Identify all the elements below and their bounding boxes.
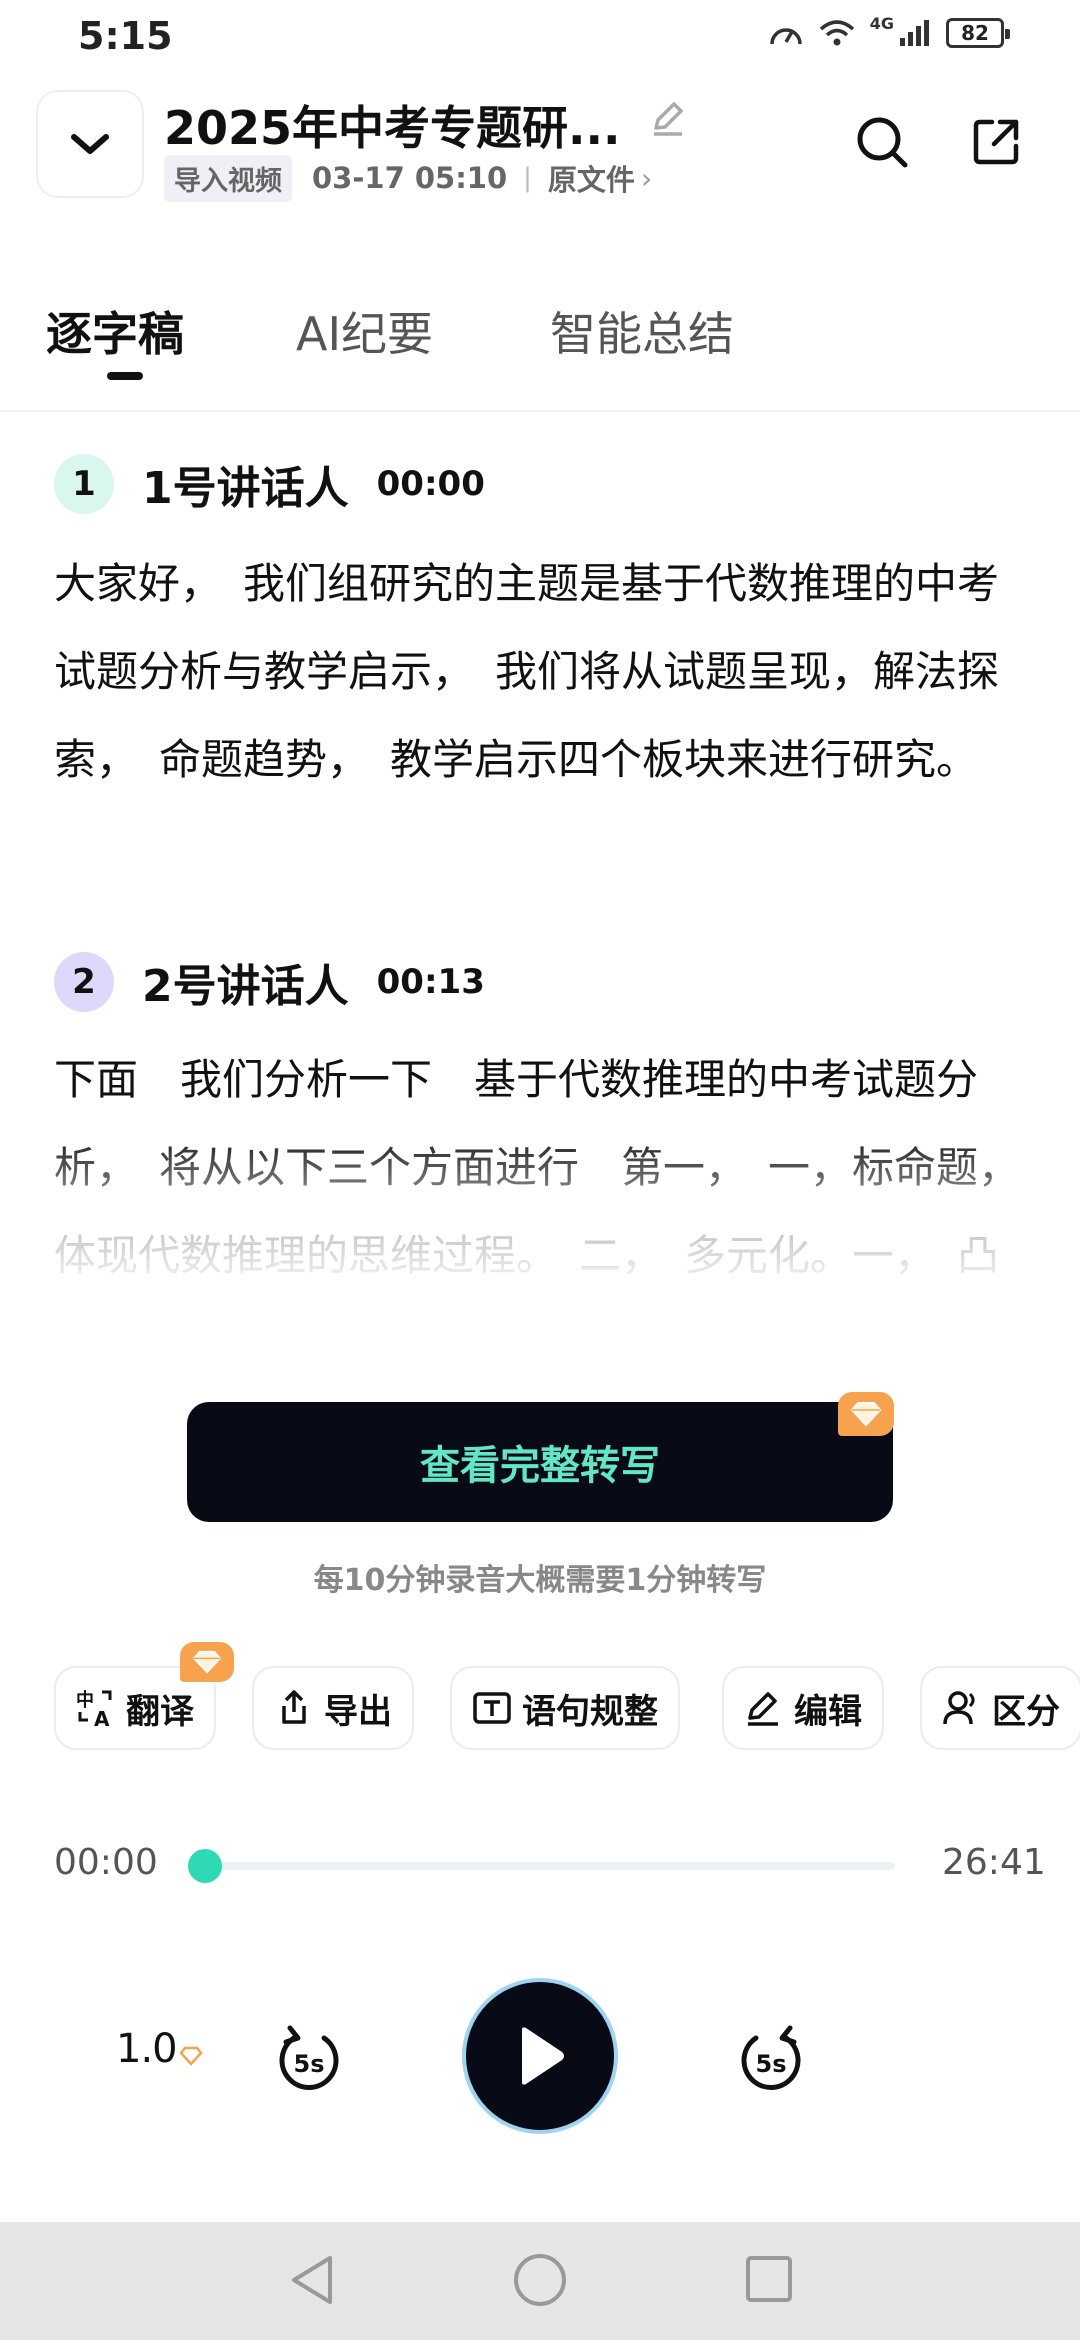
transcription-hint: 每10分钟录音大概需要1分钟转写 [313,1563,767,1598]
page-title: 2025年中考专题研... [164,101,621,155]
signal-icon [900,20,929,46]
translate-label: 翻译 [126,1691,194,1732]
diamond-icon [178,2046,203,2066]
translate-icon: 中A [76,1689,112,1728]
export-button[interactable]: 导出 [252,1666,414,1750]
edit-icon [748,1692,778,1726]
text-format-icon [473,1692,511,1724]
speaker-distinguish-label: 区分 [992,1691,1060,1732]
speaker-header: 1 1号讲话人 00:00 [54,452,485,516]
rewind-label: 5s [294,2050,325,2078]
battery-indicator: 82 [946,18,1010,48]
share-icon[interactable] [970,116,1022,168]
view-full-transcript-label: 查看完整转写 [420,1443,660,1489]
active-tab-indicator [107,372,143,380]
nav-back-icon[interactable] [286,2252,340,2308]
source-tag: 导入视频 [164,154,292,202]
speaker-timestamp[interactable]: 00:00 [377,464,485,504]
chevron-right-icon: › [640,161,653,195]
meta-row: 导入视频 03-17 05:10 | 原文件 › [164,154,653,202]
play-button[interactable] [462,1978,618,2134]
edit-label: 编辑 [794,1691,862,1732]
progress-track[interactable] [205,1862,895,1870]
wifi-icon [819,20,854,46]
speaker-avatar: 1 [54,454,114,514]
diamond-icon [192,1650,222,1674]
translate-premium-badge [180,1642,234,1682]
forward-5s-icon[interactable]: 5s [736,2020,806,2096]
speaker-avatar: 2 [54,952,114,1012]
status-time: 5:15 [78,14,173,58]
status-icons: 4G 82 [768,14,1010,48]
export-icon [282,1690,306,1724]
export-label: 导出 [324,1691,392,1732]
tab-transcript[interactable]: 逐字稿 [46,298,184,364]
sentence-format-label: 语句规整 [522,1691,658,1732]
speaker-distinguish-button[interactable]: 区分 [920,1666,1080,1750]
status-bar: 5:15 4G 82 [0,0,1080,76]
forward-label: 5s [756,2050,787,2078]
current-time: 00:00 [54,1842,158,1883]
progress-knob[interactable] [188,1849,222,1883]
tab-smart-summary[interactable]: 智能总结 [550,298,734,364]
search-icon[interactable] [854,114,910,170]
transcript-paragraph[interactable]: 大家好， 我们组研究的主题是基于代数推理的中考试题分析与教学启示， 我们将从试题… [54,540,1034,804]
premium-badge [838,1392,894,1436]
sentence-format-button[interactable]: 语句规整 [450,1666,680,1750]
diamond-icon [850,1402,882,1427]
tab-bar: 逐字稿 AI纪要 智能总结 [0,290,1080,412]
nav-recent-apps-icon[interactable] [744,2254,794,2304]
view-full-transcript-button[interactable]: 查看完整转写 [187,1402,893,1522]
meta-separator: | [523,163,532,193]
network-type: 4G [869,13,894,33]
speed-meter-icon [769,28,802,45]
svg-text:中: 中 [76,1689,94,1711]
speaker-timestamp[interactable]: 00:13 [377,962,485,1002]
speaker-name[interactable]: 2号讲话人 [142,950,349,1014]
playback-speed-label: 1.0 [116,2026,178,2072]
collapse-button[interactable] [36,90,144,198]
edit-button[interactable]: 编辑 [722,1666,884,1750]
original-file-link[interactable]: 原文件 [548,157,635,199]
rewind-5s-icon[interactable]: 5s [274,2020,344,2096]
play-icon [522,2027,564,2085]
tab-ai-minutes[interactable]: AI纪要 [296,298,433,364]
system-nav-bar [0,2222,1080,2340]
speaker-distinguish-icon [943,1691,975,1725]
nav-home-icon[interactable] [512,2252,568,2308]
total-duration: 26:41 [942,1842,1046,1883]
speaker-header: 2 2号讲话人 00:13 [54,950,485,1014]
transcript-fade-overlay [0,1130,1080,1370]
pencil-icon[interactable] [648,98,688,138]
svg-text:A: A [94,1707,110,1728]
created-time: 03-17 05:10 [312,161,508,195]
chevron-down-icon [71,134,109,154]
playback-speed-button[interactable]: 1.0 [116,2026,203,2072]
speaker-name[interactable]: 1号讲话人 [142,452,349,516]
